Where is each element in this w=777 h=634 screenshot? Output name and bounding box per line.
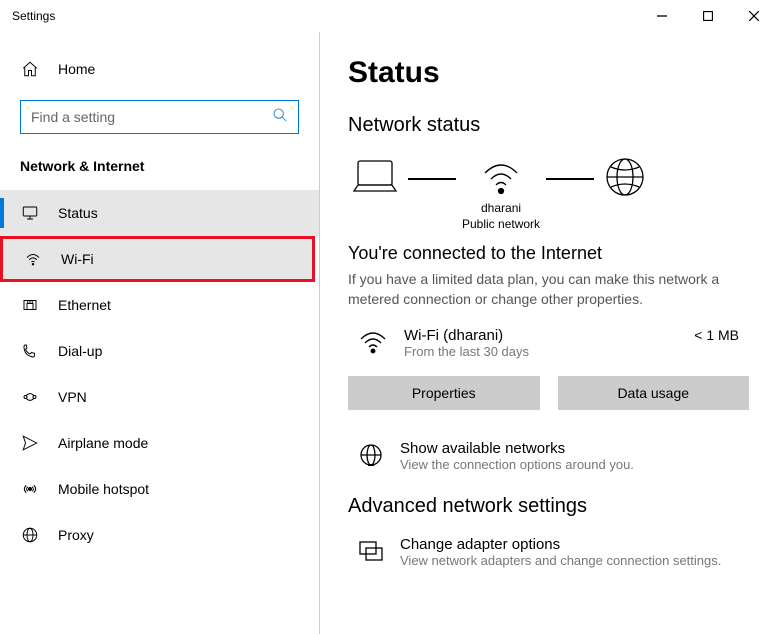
main-content: Status Network status dharani Public net…	[320, 32, 777, 634]
connected-desc: If you have a limited data plan, you can…	[348, 270, 749, 309]
sidebar-item-dialup[interactable]: Dial-up	[0, 328, 319, 374]
wifi-name: Wi-Fi (dharani)	[404, 327, 529, 344]
wifi-sub: From the last 30 days	[404, 344, 529, 359]
minimize-button[interactable]	[639, 0, 685, 32]
internet-node	[600, 155, 650, 231]
show-networks-name: Show available networks	[400, 440, 634, 457]
dialup-icon	[20, 342, 40, 360]
globe-icon	[358, 442, 384, 473]
router-node: dharani Public network	[462, 155, 540, 231]
network-type-label: Public network	[462, 217, 540, 231]
vpn-icon	[20, 388, 40, 406]
wifi-icon	[23, 250, 43, 268]
sidebar-item-vpn[interactable]: VPN	[0, 374, 319, 420]
sidebar: Home Network & Internet Status Wi-Fi Eth…	[0, 32, 320, 634]
proxy-icon	[20, 526, 40, 544]
adapter-sub: View network adapters and change connect…	[400, 553, 721, 568]
sidebar-item-label: Ethernet	[58, 297, 111, 313]
device-node	[348, 155, 402, 231]
laptop-icon	[348, 155, 402, 199]
home-button[interactable]: Home	[0, 52, 319, 86]
sidebar-item-proxy[interactable]: Proxy	[0, 512, 319, 558]
hotspot-icon	[20, 480, 40, 498]
sidebar-item-label: Wi-Fi	[61, 251, 94, 267]
wifi-icon	[358, 327, 388, 362]
show-networks-sub: View the connection options around you.	[400, 457, 634, 472]
adapter-name: Change adapter options	[400, 536, 721, 553]
sidebar-item-label: Dial-up	[58, 343, 102, 359]
ethernet-icon	[20, 296, 40, 314]
sidebar-item-label: Status	[58, 205, 98, 221]
show-networks-link[interactable]: Show available networks View the connect…	[348, 440, 749, 473]
wifi-icon	[479, 155, 523, 199]
category-header: Network & Internet	[0, 158, 319, 190]
network-status-header: Network status	[348, 114, 749, 137]
window-controls	[639, 0, 777, 32]
sidebar-item-status[interactable]: Status	[0, 190, 319, 236]
advanced-header: Advanced network settings	[348, 495, 749, 518]
maximize-button[interactable]	[685, 0, 731, 32]
window-title: Settings	[12, 9, 55, 23]
ssid-label: dharani	[481, 201, 521, 215]
sidebar-item-ethernet[interactable]: Ethernet	[0, 282, 319, 328]
search-field[interactable]	[31, 109, 272, 125]
properties-button[interactable]: Properties	[348, 376, 540, 410]
sidebar-item-label: Proxy	[58, 527, 94, 543]
home-icon	[20, 60, 40, 78]
close-button[interactable]	[731, 0, 777, 32]
sidebar-item-wifi[interactable]: Wi-Fi	[0, 236, 315, 282]
sidebar-item-label: VPN	[58, 389, 87, 405]
connected-title: You're connected to the Internet	[348, 243, 749, 264]
titlebar: Settings	[0, 0, 777, 32]
adapter-options-link[interactable]: Change adapter options View network adap…	[348, 536, 749, 569]
sidebar-item-hotspot[interactable]: Mobile hotspot	[0, 466, 319, 512]
adapter-icon	[358, 538, 384, 569]
sidebar-item-label: Airplane mode	[58, 435, 148, 451]
data-usage-button[interactable]: Data usage	[558, 376, 750, 410]
sidebar-item-label: Mobile hotspot	[58, 481, 149, 497]
wifi-connection-row: Wi-Fi (dharani) From the last 30 days < …	[348, 327, 749, 362]
wifi-data-usage: < 1 MB	[694, 327, 739, 343]
search-icon	[272, 107, 288, 128]
home-label: Home	[58, 61, 95, 77]
network-diagram: dharani Public network	[348, 155, 749, 231]
search-input[interactable]	[20, 100, 299, 134]
monitor-icon	[20, 204, 40, 222]
sidebar-item-airplane[interactable]: Airplane mode	[0, 420, 319, 466]
page-title: Status	[348, 56, 749, 90]
airplane-icon	[20, 434, 40, 452]
globe-icon	[600, 155, 650, 199]
